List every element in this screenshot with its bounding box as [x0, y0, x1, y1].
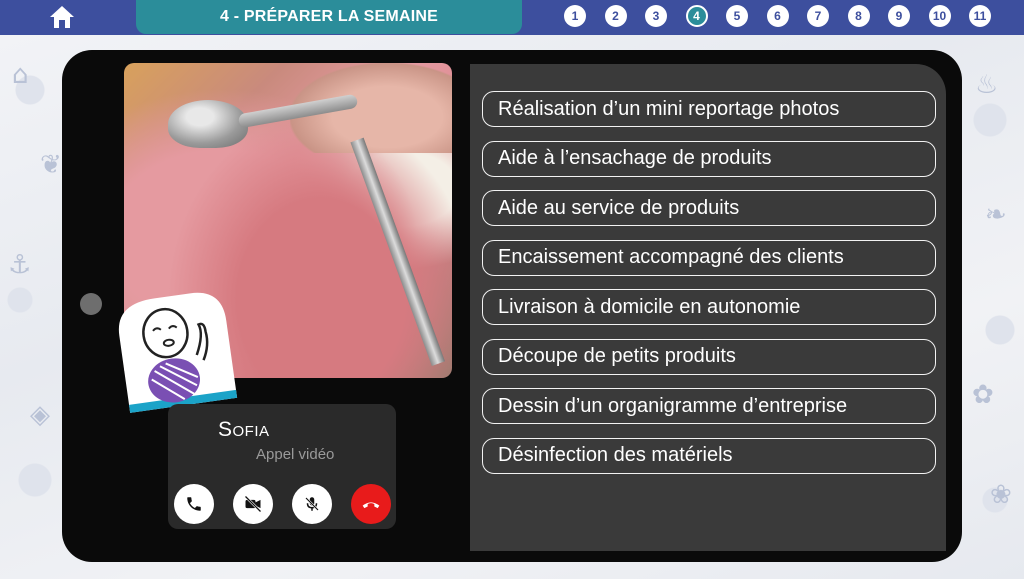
- caller-name: Sofia: [218, 418, 270, 441]
- tray-edge-image: [350, 137, 445, 367]
- leaf-doodle: ❧: [985, 200, 1007, 230]
- step-7[interactable]: 7: [807, 5, 829, 27]
- step-9[interactable]: 9: [888, 5, 910, 27]
- activity-option[interactable]: Encaissement accompagné des clients: [482, 239, 936, 276]
- corn-doodle: ✿: [972, 380, 994, 410]
- hang-up-icon[interactable]: [351, 484, 391, 524]
- activity-option[interactable]: Réalisation d’un mini reportage photos: [482, 91, 936, 127]
- video-off-icon[interactable]: [233, 484, 273, 524]
- top-navigation-bar: 4 - PRÉPARER LA SEMAINE 1 2 3 4 5 6 7 8 9 10 11: [0, 0, 1024, 35]
- cheese-doodle: ◈: [30, 400, 50, 430]
- home-icon[interactable]: [48, 4, 76, 30]
- call-controls: [174, 484, 410, 524]
- mic-off-icon[interactable]: [292, 484, 332, 524]
- step-1[interactable]: 1: [564, 5, 586, 27]
- bottle-doodle: ♨: [975, 70, 999, 100]
- call-status: Appel vidéo: [256, 446, 335, 463]
- step-8[interactable]: 8: [847, 5, 870, 27]
- ice-cream-scoop-image: [168, 100, 248, 148]
- activity-option[interactable]: Découpe de petits produits: [482, 338, 936, 375]
- activity-option[interactable]: Livraison à domicile en autonomie: [482, 289, 936, 325]
- phone-icon[interactable]: [174, 484, 214, 524]
- fish-doodle: ⚓: [8, 250, 32, 280]
- bread-doodle: ⌂: [12, 60, 29, 90]
- step-navigation: 1 2 3 4 5 6 7 8 9 10 11: [564, 5, 1010, 27]
- step-11[interactable]: 11: [969, 5, 991, 27]
- camera-icon: [80, 293, 102, 315]
- step-5[interactable]: 5: [726, 5, 748, 27]
- vegetable-doodle: ❦: [40, 150, 62, 180]
- activities-panel: Réalisation d’un mini reportage photos Ai…: [470, 64, 946, 551]
- step-10[interactable]: 10: [928, 5, 951, 27]
- activity-option[interactable]: Désinfection des matériels: [482, 437, 936, 474]
- step-4[interactable]: 4: [685, 5, 708, 27]
- page-title: 4 - PRÉPARER LA SEMAINE: [136, 0, 522, 34]
- activity-option[interactable]: Aide au service de produits: [482, 190, 936, 226]
- caller-card: Sofia Appel vidéo: [168, 404, 396, 529]
- activity-option[interactable]: Dessin d’un organigramme d’entreprise: [482, 388, 936, 424]
- step-2[interactable]: 2: [604, 5, 627, 27]
- step-3[interactable]: 3: [645, 5, 667, 27]
- step-6[interactable]: 6: [766, 5, 789, 27]
- caller-avatar: [104, 280, 246, 422]
- activity-option[interactable]: Aide à l’ensachage de produits: [482, 140, 936, 177]
- fruit-doodle: ❀: [990, 480, 1012, 510]
